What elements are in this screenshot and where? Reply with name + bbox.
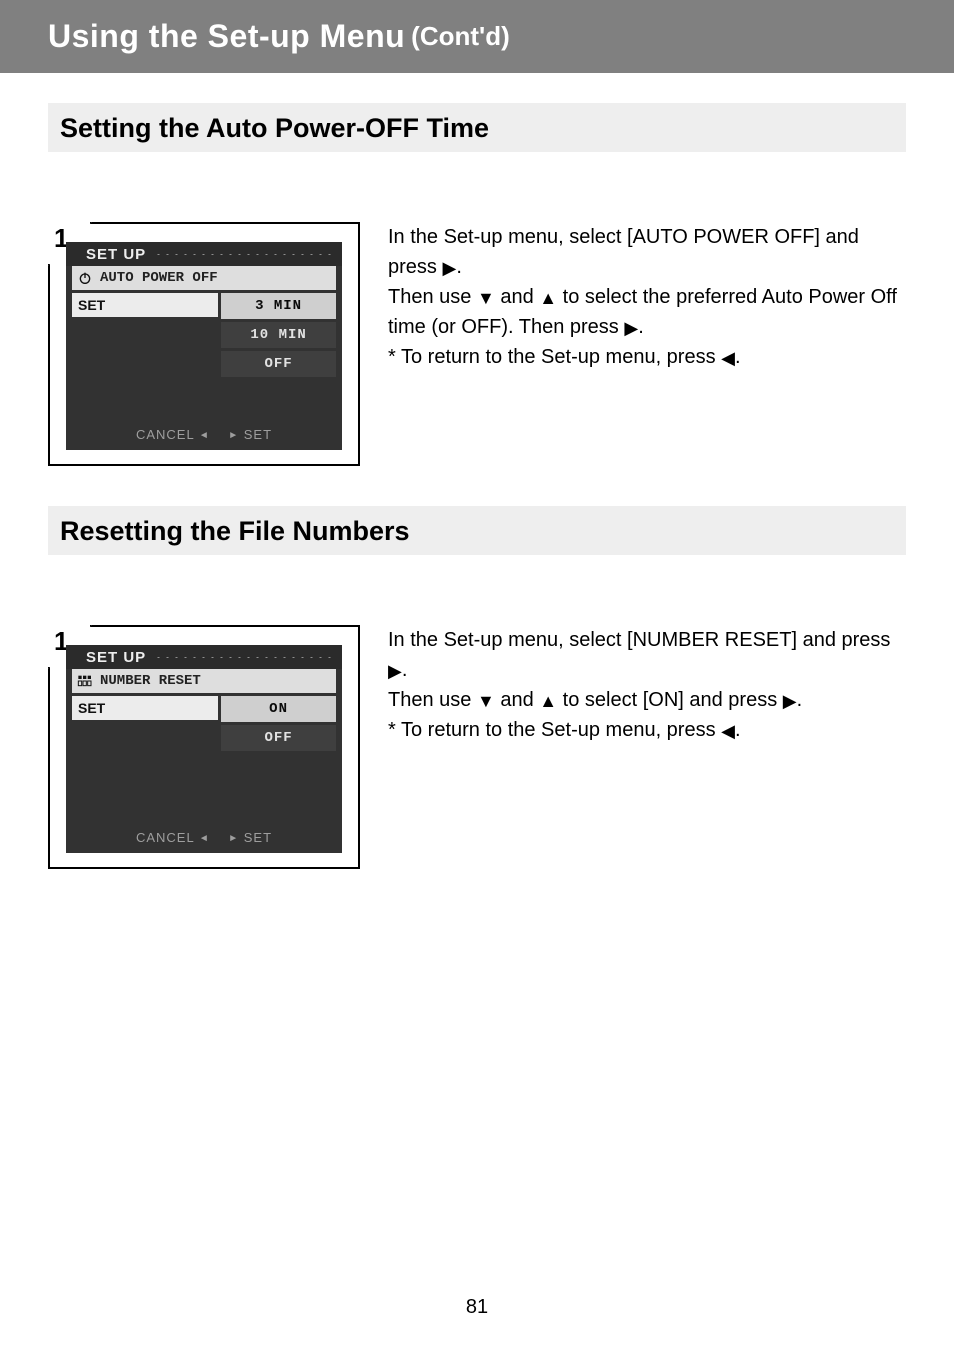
option-10min: 10 MIN bbox=[221, 322, 336, 348]
triangle-right-icon: ► bbox=[228, 430, 239, 441]
lcd-panel: SET UP NUMBER RESET bbox=[66, 645, 342, 853]
step-row-1: 1 SET UP AUTO POWER OFF SET bbox=[48, 222, 906, 466]
lcd-sub-label: NUMBER RESET bbox=[100, 673, 201, 689]
section-title: Resetting the File Numbers bbox=[60, 516, 894, 547]
right-arrow-icon: ▶ bbox=[624, 319, 638, 337]
right-arrow-icon: ▶ bbox=[388, 662, 402, 680]
footer-set: SET bbox=[244, 427, 272, 442]
page-banner: Using the Set-up Menu (Cont'd) bbox=[0, 0, 954, 73]
lcd-body: SET 3 MIN 10 MIN OFF bbox=[72, 293, 336, 377]
lcd-left-label: SET bbox=[72, 293, 218, 317]
screenshot-1: 1 SET UP AUTO POWER OFF SET bbox=[48, 222, 360, 466]
footer-cancel: CANCEL bbox=[136, 427, 194, 442]
up-arrow-icon: ▲ bbox=[539, 289, 557, 307]
lcd-dots bbox=[154, 254, 336, 255]
screenshot-2: 1 SET UP NUMBER RESET bbox=[48, 625, 360, 869]
instruction-line-1: In the Set-up menu, select [AUTO POWER O… bbox=[388, 222, 906, 282]
page: Using the Set-up Menu (Cont'd) Setting t… bbox=[0, 0, 954, 1345]
section-header-number-reset: Resetting the File Numbers bbox=[48, 506, 906, 555]
triangle-left-icon: ◄ bbox=[199, 833, 210, 844]
footer-cancel: CANCEL bbox=[136, 830, 194, 845]
lcd-top-bar: SET UP bbox=[66, 242, 342, 266]
lcd-subheader: AUTO POWER OFF bbox=[72, 266, 336, 290]
lcd-top-label: SET UP bbox=[86, 246, 146, 263]
lcd-left-column: SET bbox=[72, 293, 218, 377]
instruction-line-3: * To return to the Set-up menu, press ◀. bbox=[388, 715, 906, 745]
section-title: Setting the Auto Power-OFF Time bbox=[60, 113, 894, 144]
banner-contd: (Cont'd) bbox=[411, 21, 510, 52]
option-3min: 3 MIN bbox=[221, 293, 336, 319]
footer-set: SET bbox=[244, 830, 272, 845]
left-arrow-icon: ◀ bbox=[721, 349, 735, 367]
down-arrow-icon: ▼ bbox=[477, 289, 495, 307]
lcd-top-label: SET UP bbox=[86, 649, 146, 666]
instruction-line-2: Then use ▼ and ▲ to select the preferred… bbox=[388, 282, 906, 342]
lcd-options: 3 MIN 10 MIN OFF bbox=[221, 293, 336, 377]
right-arrow-icon: ▶ bbox=[442, 259, 456, 277]
section-header-auto-power-off: Setting the Auto Power-OFF Time bbox=[48, 103, 906, 152]
option-off: OFF bbox=[221, 351, 336, 377]
lcd-panel: SET UP AUTO POWER OFF SET bbox=[66, 242, 342, 450]
option-on: ON bbox=[221, 696, 336, 722]
triangle-left-icon: ◄ bbox=[199, 430, 210, 441]
lcd-footer: CANCEL ◄ ► SET bbox=[66, 427, 342, 442]
down-arrow-icon: ▼ bbox=[477, 692, 495, 710]
lcd-top-bar: SET UP bbox=[66, 645, 342, 669]
up-arrow-icon: ▲ bbox=[539, 692, 557, 710]
lcd-left-column: SET bbox=[72, 696, 218, 751]
right-arrow-icon: ▶ bbox=[783, 692, 797, 710]
instruction-line-3: * To return to the Set-up menu, press ◀. bbox=[388, 342, 906, 372]
instructions-auto-power-off: In the Set-up menu, select [AUTO POWER O… bbox=[388, 222, 906, 466]
screenshot-2-container: 1 SET UP NUMBER RESET bbox=[48, 625, 360, 869]
instruction-line-1: In the Set-up menu, select [NUMBER RESET… bbox=[388, 625, 906, 685]
option-off: OFF bbox=[221, 725, 336, 751]
instruction-line-2: Then use ▼ and ▲ to select [ON] and pres… bbox=[388, 685, 906, 715]
lcd-dots bbox=[154, 657, 336, 658]
step-row-2: 1 SET UP NUMBER RESET bbox=[48, 625, 906, 869]
banner-title: Using the Set-up Menu bbox=[48, 18, 405, 55]
lcd-left-label: SET bbox=[72, 696, 218, 720]
power-icon bbox=[76, 269, 94, 287]
lcd-sub-label: AUTO POWER OFF bbox=[100, 270, 218, 286]
left-arrow-icon: ◀ bbox=[721, 722, 735, 740]
lcd-subheader: NUMBER RESET bbox=[72, 669, 336, 693]
lcd-body: SET ON OFF bbox=[72, 696, 336, 751]
grid-icon bbox=[76, 672, 94, 690]
screenshot-1-container: 1 SET UP AUTO POWER OFF SET bbox=[48, 222, 360, 466]
lcd-footer: CANCEL ◄ ► SET bbox=[66, 830, 342, 845]
instructions-number-reset: In the Set-up menu, select [NUMBER RESET… bbox=[388, 625, 906, 869]
triangle-right-icon: ► bbox=[228, 833, 239, 844]
lcd-options: ON OFF bbox=[221, 696, 336, 751]
page-number: 81 bbox=[0, 1296, 954, 1319]
